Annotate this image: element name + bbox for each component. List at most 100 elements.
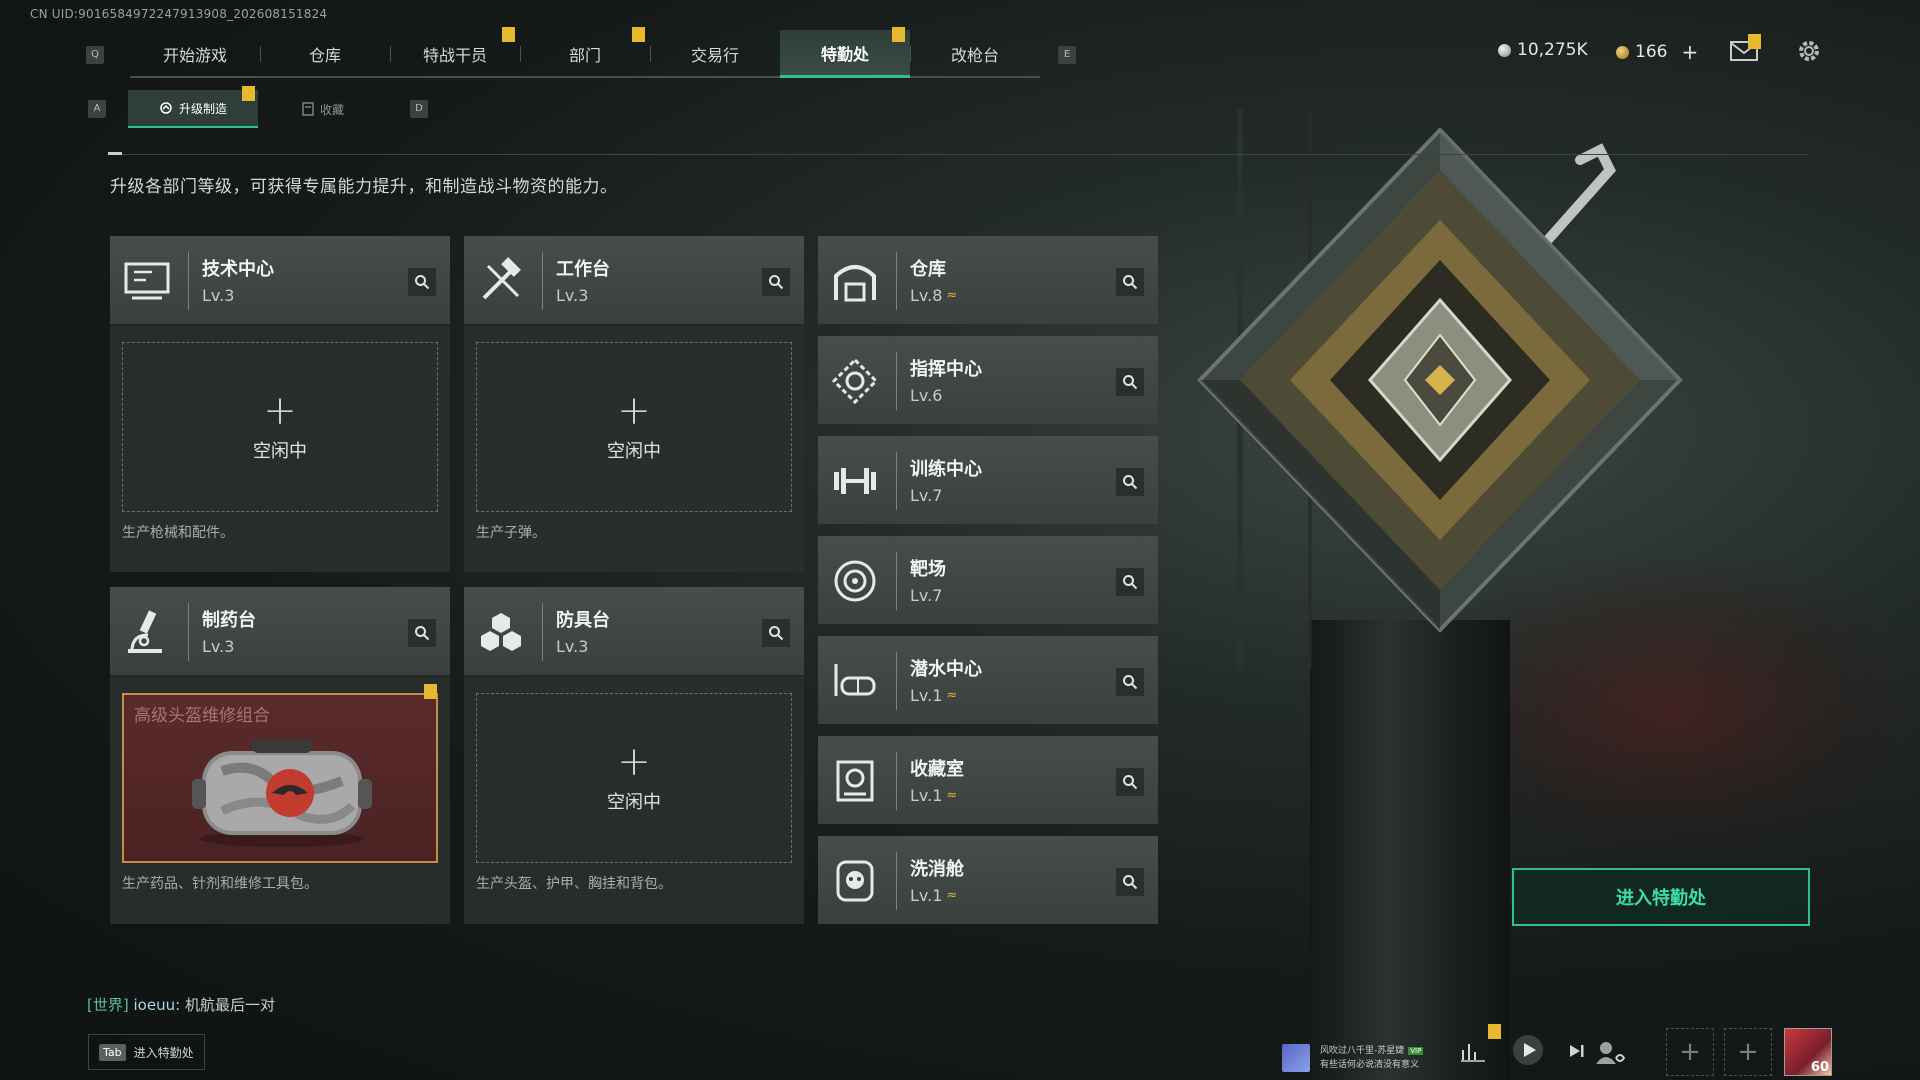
inspect-button[interactable] [408,268,436,296]
inspect-button[interactable] [1116,868,1144,896]
inspect-button[interactable] [762,268,790,296]
facility-level: Lv.8 ≈ [910,286,958,305]
search-icon [415,275,430,290]
decon-icon [836,860,874,902]
tab-hint-label: 进入特勤处 [133,1045,194,1060]
subtab-upgrade-craft[interactable]: 升级制造 [128,90,258,128]
microscope-icon [128,610,162,653]
music-player[interactable]: 风吹过八千里-苏星婕 VIP 有些话何必说清没有意义 [1282,1044,1424,1072]
facility-card-workbench: 工作台 Lv.3 + 空闲中 生产子弹。 [464,236,804,572]
equalizer-button[interactable] [1460,1040,1486,1067]
department-card[interactable]: 洗消舱 Lv.1 ≈ [818,836,1158,924]
upgrade-available-icon: ≈ [946,788,958,803]
plus-icon: + [617,388,651,434]
production-slot-idle[interactable]: + 空闲中 [476,342,792,512]
department-card[interactable]: 训练中心 Lv.7 [818,436,1158,524]
cubes-icon [481,613,521,651]
key-hint-e: E [1058,46,1076,64]
tab-trading[interactable]: 交易行 [650,30,780,78]
repair-kit-bag-icon [192,739,372,847]
add-teammate-slot[interactable]: + [1724,1028,1772,1076]
player-avatar[interactable]: 60 [1784,1028,1832,1076]
upgrade-available-icon: ≈ [946,288,958,303]
key-hint-d: D [410,100,428,118]
facility-header: 仓库 Lv.8 ≈ [818,236,1158,324]
production-slot-idle[interactable]: + 空闲中 [122,342,438,512]
settings-button[interactable] [1796,38,1822,64]
department-card[interactable]: 潜水中心 Lv.1 ≈ [818,636,1158,724]
department-card[interactable]: 指挥中心 Lv.6 [818,336,1158,424]
tab-departments[interactable]: 部门 [520,30,650,78]
department-card[interactable]: 仓库 Lv.8 ≈ [818,236,1158,324]
album-art [1282,1044,1310,1072]
vip-badge: VIP [1408,1047,1424,1055]
production-slot-crafting[interactable]: 高级头盔维修组合 [122,693,438,863]
facility-header[interactable]: 制药台 Lv.3 [110,587,450,677]
facility-level: Lv.1 ≈ [910,886,958,905]
inspect-button[interactable] [408,619,436,647]
inspect-button[interactable] [762,619,790,647]
inspect-button[interactable] [1116,268,1144,296]
add-teammate-slot[interactable]: + [1666,1028,1714,1076]
key-hint-a: A [88,100,106,118]
facility-card-armor-bench: 防具台 Lv.3 + 空闲中 生产头盔、护甲、胸挂和背包。 [464,587,804,924]
alert-badge-special-ops [892,27,905,42]
next-track-button[interactable] [1568,1040,1586,1067]
chat-text: 机航最后一对 [184,996,275,1014]
header-separator [542,252,543,310]
command-icon [831,357,879,405]
section-divider [108,154,1808,155]
divider-accent [108,152,122,155]
add-gold-button[interactable]: + [1681,40,1698,64]
tab-warehouse[interactable]: 仓库 [260,30,390,78]
plus-icon: + [617,739,651,785]
chat-message[interactable]: [世界] ioeuu: 机航最后一对 [87,994,275,1015]
trophy-icon [836,760,874,802]
upgrade-available-icon: ≈ [946,688,958,703]
inspect-button[interactable] [1116,468,1144,496]
department-card[interactable]: 收藏室 Lv.1 ≈ [818,736,1158,824]
tab-start-game[interactable]: 开始游戏 [130,30,260,78]
inspect-button[interactable] [1116,668,1144,696]
tab-special-ops[interactable]: 特勤处 [780,30,910,78]
background-pillar [1310,620,1510,1080]
friends-icon [1596,1042,1626,1064]
facility-level: Lv.7 [910,586,943,605]
subtab-collection[interactable]: 收藏 [258,90,388,128]
facility-card-pharmacy: 制药台 Lv.3 高级头盔维修组合 生产药品、针剂和维修工具包。 [110,587,450,924]
facility-header: 收藏室 Lv.1 ≈ [818,736,1158,824]
silver-coin-icon [1498,43,1511,57]
facility-header: 洗消舱 Lv.1 ≈ [818,836,1158,924]
silver-currency: 10,275K [1498,40,1588,60]
header-separator [188,252,189,310]
tab-shortcut-hint[interactable]: Tab 进入特勤处 [88,1034,205,1070]
search-icon [1123,275,1138,290]
facility-name: 防具台 [556,610,610,631]
production-slot-idle[interactable]: + 空闲中 [476,693,792,863]
facility-level: Lv.3 [556,637,589,656]
search-icon [415,626,430,641]
facility-header[interactable]: 技术中心 Lv.3 [110,236,450,326]
facility-name: 靶场 [910,559,946,580]
play-button[interactable] [1512,1034,1544,1071]
key-hint-q: Q [86,46,104,64]
enter-special-ops-button[interactable]: 进入特勤处 [1512,868,1810,926]
inspect-button[interactable] [1116,768,1144,796]
inspect-button[interactable] [1116,568,1144,596]
alert-badge-departments [632,27,645,42]
friends-button[interactable] [1594,1040,1628,1071]
facility-header[interactable]: 工作台 Lv.3 [464,236,804,326]
gold-coin-icon [1616,45,1629,59]
department-card[interactable]: 靶场 Lv.7 [818,536,1158,624]
tab-gunsmith[interactable]: 改枪台 [910,30,1040,78]
warehouse-icon [834,265,876,302]
facility-name: 收藏室 [910,759,964,780]
inspect-button[interactable] [1116,368,1144,396]
diving-icon [834,664,876,696]
facility-header[interactable]: 防具台 Lv.3 [464,587,804,677]
tab-operators[interactable]: 特战干员 [390,30,520,78]
search-icon [1123,575,1138,590]
alert-badge-pharmacy [424,684,437,699]
facility-description: 生产子弹。 [476,525,546,541]
search-icon [1123,475,1138,490]
